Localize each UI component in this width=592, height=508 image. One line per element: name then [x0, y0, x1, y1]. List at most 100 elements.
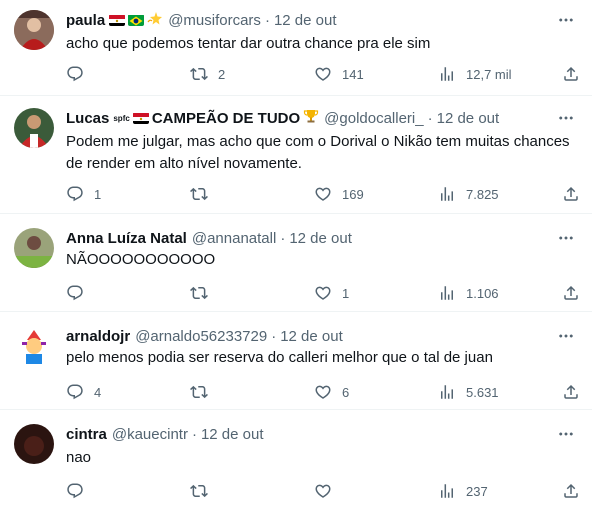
views-chart-icon — [438, 65, 456, 83]
views-chart-icon — [438, 185, 456, 203]
share-icon — [562, 185, 580, 203]
retweet-button[interactable] — [190, 382, 218, 402]
like-button[interactable] — [314, 481, 342, 501]
separator-dot: · — [191, 425, 197, 443]
retweet-icon — [190, 284, 208, 302]
like-button[interactable]: 169 — [314, 184, 364, 204]
user-handle[interactable]: @kauecintr — [112, 426, 188, 443]
views-button[interactable]: 12,7 mil — [438, 64, 512, 84]
share-button[interactable] — [562, 382, 580, 402]
reply-button[interactable]: 4 — [66, 382, 101, 402]
reply-button[interactable]: 1 — [66, 184, 101, 204]
tweet[interactable]: arnaldojr @arnaldo56233729 · 12 de out p… — [0, 312, 592, 410]
avatar[interactable] — [14, 108, 54, 148]
views-button[interactable]: 237 — [438, 481, 488, 501]
tweet[interactable]: cintra @kauecintr · 12 de out nao 237 — [0, 410, 592, 508]
retweet-button[interactable] — [190, 184, 218, 204]
avatar[interactable] — [14, 326, 54, 366]
avatar[interactable] — [14, 228, 54, 268]
avatar[interactable] — [14, 424, 54, 464]
user-handle[interactable]: @musiforcars — [168, 12, 261, 29]
heart-icon — [314, 185, 332, 203]
more-options-icon[interactable] — [556, 326, 576, 346]
share-icon — [562, 383, 580, 401]
reply-button[interactable] — [66, 481, 94, 501]
retweet-button[interactable] — [190, 283, 218, 303]
views-button[interactable]: 7.825 — [438, 184, 499, 204]
reply-icon — [66, 185, 84, 203]
heart-icon — [314, 65, 332, 83]
views-chart-icon — [438, 284, 456, 302]
more-options-icon[interactable] — [556, 108, 576, 128]
display-name[interactable]: Anna Luíza Natal — [66, 230, 187, 247]
tweet[interactable]: paula @musiforcars · 12 de out acho que … — [0, 0, 592, 96]
brazil-flag-icon — [128, 14, 145, 26]
retweet-button[interactable] — [190, 481, 218, 501]
tweet-text: Podem me julgar, mas acho que com o Dori… — [66, 133, 570, 172]
display-name[interactable]: Lucas — [66, 110, 109, 127]
like-count: 6 — [342, 384, 350, 400]
share-icon — [562, 284, 580, 302]
reply-icon — [66, 482, 84, 500]
separator-dot: · — [280, 229, 286, 247]
separator-dot: · — [427, 109, 433, 127]
reply-button[interactable] — [66, 283, 94, 303]
heart-icon — [314, 482, 332, 500]
retweet-icon — [190, 383, 208, 401]
share-icon — [562, 482, 580, 500]
avatar[interactable] — [14, 10, 54, 50]
reply-button[interactable] — [66, 64, 94, 84]
tweet-text: NÃOOOOOOOOOOO — [66, 251, 216, 268]
tweet-date[interactable]: 12 de out — [289, 230, 352, 247]
user-handle[interactable]: @arnaldo56233729 — [135, 328, 267, 345]
tweet-text: nao — [66, 449, 92, 466]
heart-icon — [314, 383, 332, 401]
views-count: 5.631 — [466, 384, 499, 400]
tweet-date[interactable]: 12 de out — [201, 426, 264, 443]
tweet-date[interactable]: 12 de out — [280, 328, 343, 345]
name-suffix: CAMPEÃO DE TUDO — [151, 109, 301, 127]
share-button[interactable] — [562, 64, 580, 84]
more-options-icon[interactable] — [556, 10, 576, 30]
reply-icon — [66, 65, 84, 83]
reply-count: 1 — [94, 186, 102, 202]
tweet[interactable]: Anna Luíza Natal @annanatall · 12 de out… — [0, 214, 592, 312]
reply-icon — [66, 383, 84, 401]
tweet[interactable]: Lucas spfc CAMPEÃO DE TUDO @goldocalleri… — [0, 96, 592, 214]
separator-dot: · — [264, 11, 270, 29]
views-count: 237 — [466, 483, 488, 499]
retweet-icon — [190, 482, 208, 500]
share-button[interactable] — [562, 283, 580, 303]
egypt-flag-icon — [132, 112, 149, 124]
dizzy-star-icon — [147, 10, 163, 30]
like-button[interactable]: 6 — [314, 382, 349, 402]
views-chart-icon — [438, 482, 456, 500]
more-options-icon[interactable] — [556, 228, 576, 248]
tweet-date[interactable]: 12 de out — [437, 110, 500, 127]
retweet-icon — [190, 65, 208, 83]
share-button[interactable] — [562, 481, 580, 501]
display-name[interactable]: arnaldojr — [66, 328, 130, 345]
user-handle[interactable]: @goldocalleri_ — [324, 110, 423, 127]
retweet-button[interactable]: 2 — [190, 64, 225, 84]
views-chart-icon — [438, 383, 456, 401]
more-options-icon[interactable] — [556, 424, 576, 444]
separator-dot: · — [271, 327, 277, 345]
tweet-date[interactable]: 12 de out — [274, 12, 337, 29]
views-count: 1.106 — [466, 285, 499, 301]
views-button[interactable]: 5.631 — [438, 382, 499, 402]
display-name[interactable]: cintra — [66, 426, 107, 443]
display-name[interactable]: paula — [66, 12, 105, 29]
share-button[interactable] — [562, 184, 580, 204]
like-button[interactable]: 141 — [314, 64, 364, 84]
views-button[interactable]: 1.106 — [438, 283, 499, 303]
heart-icon — [314, 284, 332, 302]
like-button[interactable]: 1 — [314, 283, 349, 303]
retweet-icon — [190, 185, 208, 203]
tweet-text: pelo menos podia ser reserva do calleri … — [66, 349, 493, 366]
like-count: 141 — [342, 66, 364, 82]
reply-count: 4 — [94, 384, 102, 400]
name-suffix-small: spfc — [113, 113, 130, 123]
like-count: 1 — [342, 285, 350, 301]
user-handle[interactable]: @annanatall — [192, 230, 276, 247]
